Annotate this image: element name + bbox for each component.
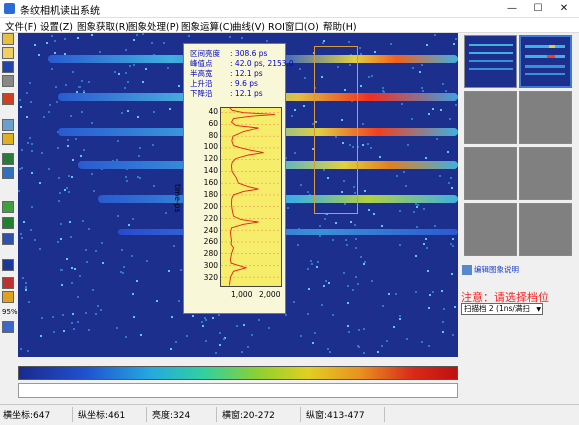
minimize-button[interactable]: — [500,0,524,17]
y-tick-label: 140 [203,166,218,176]
edit-icon [462,265,472,275]
y-tick-label: 80 [208,130,218,140]
app-icon [4,3,15,14]
stack-icon[interactable] [2,153,14,165]
thumbnail-6[interactable] [519,147,572,200]
y-tick-label: 220 [203,213,218,223]
thumbnail-4[interactable] [519,91,572,144]
maximize-button[interactable]: ☐ [526,0,550,17]
y-tick-label: 120 [203,154,218,164]
y-axis-label: time-ps [173,184,182,213]
thumbnail-image [469,44,513,70]
y-tick-label: 200 [203,201,218,211]
status-bar: 横坐标:647 纵坐标:461 亮度:324 横窗:20-272 纵窗:413-… [0,404,579,425]
x-tick-label: 1,000 [231,290,253,299]
y-tick-label: 160 [203,178,218,188]
table-icon[interactable] [2,167,14,179]
profile-plot [220,107,282,287]
status-divider [146,407,147,422]
menu-settings[interactable]: 设置(Z) [40,19,73,33]
chart-icon[interactable] [2,217,14,229]
bars-icon[interactable] [2,277,14,289]
status-divider [72,407,73,422]
disc-icon[interactable] [2,259,14,271]
status-y: 纵坐标:461 [78,411,126,421]
thumbnail-5[interactable] [464,147,517,200]
thumbnail-1[interactable] [464,35,517,88]
thumbnail-image [525,45,565,75]
title-bar: 条纹相机读出系统 — ☐ ✕ [0,0,579,18]
roi-box[interactable] [314,46,358,214]
y-tick-label: 60 [208,118,218,128]
app-window: 条纹相机读出系统 — ☐ ✕ 文件(F) 设置(Z) 图象获取(R) 图象处理(… [0,0,579,425]
edit-description-button[interactable]: 编辑图象说明 [462,264,519,276]
status-divider [384,407,385,422]
menu-bar: 文件(F) 设置(Z) 图象获取(R) 图象处理(P) 图象运算(C) 曲线(V… [0,18,579,33]
status-brightness: 亮度:324 [152,411,191,421]
y-tick-label: 180 [203,189,218,199]
streak-row [118,229,458,235]
close-button[interactable]: ✕ [552,0,576,17]
chevron-down-icon: ▼ [536,306,541,313]
profile-panel: 区间亮度: 308.6 ps 峰值点: 42.0 ps, 2153.0 半高宽:… [173,43,294,314]
color-scale-bar [18,366,458,380]
y-tick-label: 260 [203,237,218,247]
undo-icon[interactable] [2,321,14,333]
y-tick-label: 300 [203,261,218,271]
zoom-level-label: 95% [2,308,18,316]
image-icon[interactable] [2,119,14,131]
menu-curve[interactable]: 曲线(V) [232,19,265,33]
y-tick-label: 240 [203,225,218,235]
folder-icon[interactable] [2,33,14,45]
thumbnail-7[interactable] [464,203,517,256]
sweep-range-select[interactable]: 扫描档 2 (1ns/满扫 ▼ [461,303,543,315]
menu-calc[interactable]: 图象运算(C) [181,19,233,33]
y-tick-label: 100 [203,142,218,152]
status-divider [216,407,217,422]
window-title: 条纹相机读出系统 [20,6,100,17]
run-icon[interactable] [2,93,14,105]
status-divider [300,407,301,422]
menu-file[interactable]: 文件(F) [5,19,37,33]
left-toolbar: 95% [2,33,18,338]
thumbnail-2[interactable] [519,35,572,88]
scale-bar [18,383,458,398]
y-tick-label: 320 [203,273,218,283]
zoom-icon[interactable] [2,291,14,303]
menu-help[interactable]: 帮助(H) [323,19,357,33]
profile-line [229,108,275,286]
edit-description-label: 编辑图象说明 [474,265,519,274]
save-icon[interactable] [2,61,14,73]
streak-image-view[interactable]: 区间亮度: 308.6 ps 峰值点: 42.0 ps, 2153.0 半高宽:… [18,33,458,357]
grid-icon[interactable] [2,201,14,213]
y-tick-label: 280 [203,249,218,259]
open-icon[interactable] [2,47,14,59]
status-h-range: 横窗:20-272 [222,411,275,421]
menu-acquire[interactable]: 图象获取(R) [77,19,129,33]
menu-roi[interactable]: ROI窗口(O) [268,19,319,33]
info-row: 下降沿: 12.1 ps [190,89,263,98]
status-x: 横坐标:647 [3,411,51,421]
thumbnail-3[interactable] [464,91,517,144]
tool-icon[interactable] [2,133,14,145]
sweep-range-value: 扫描档 2 (1ns/满扫 [464,304,530,313]
menu-process[interactable]: 图象处理(P) [128,19,179,33]
thumbnail-8[interactable] [519,203,572,256]
x-tick-label: 2,000 [259,290,281,299]
profile-plot-svg [221,108,281,286]
status-v-range: 纵窗:413-477 [306,411,365,421]
y-tick-label: 40 [208,106,218,116]
print-icon[interactable] [2,75,14,87]
film-icon[interactable] [2,233,14,245]
